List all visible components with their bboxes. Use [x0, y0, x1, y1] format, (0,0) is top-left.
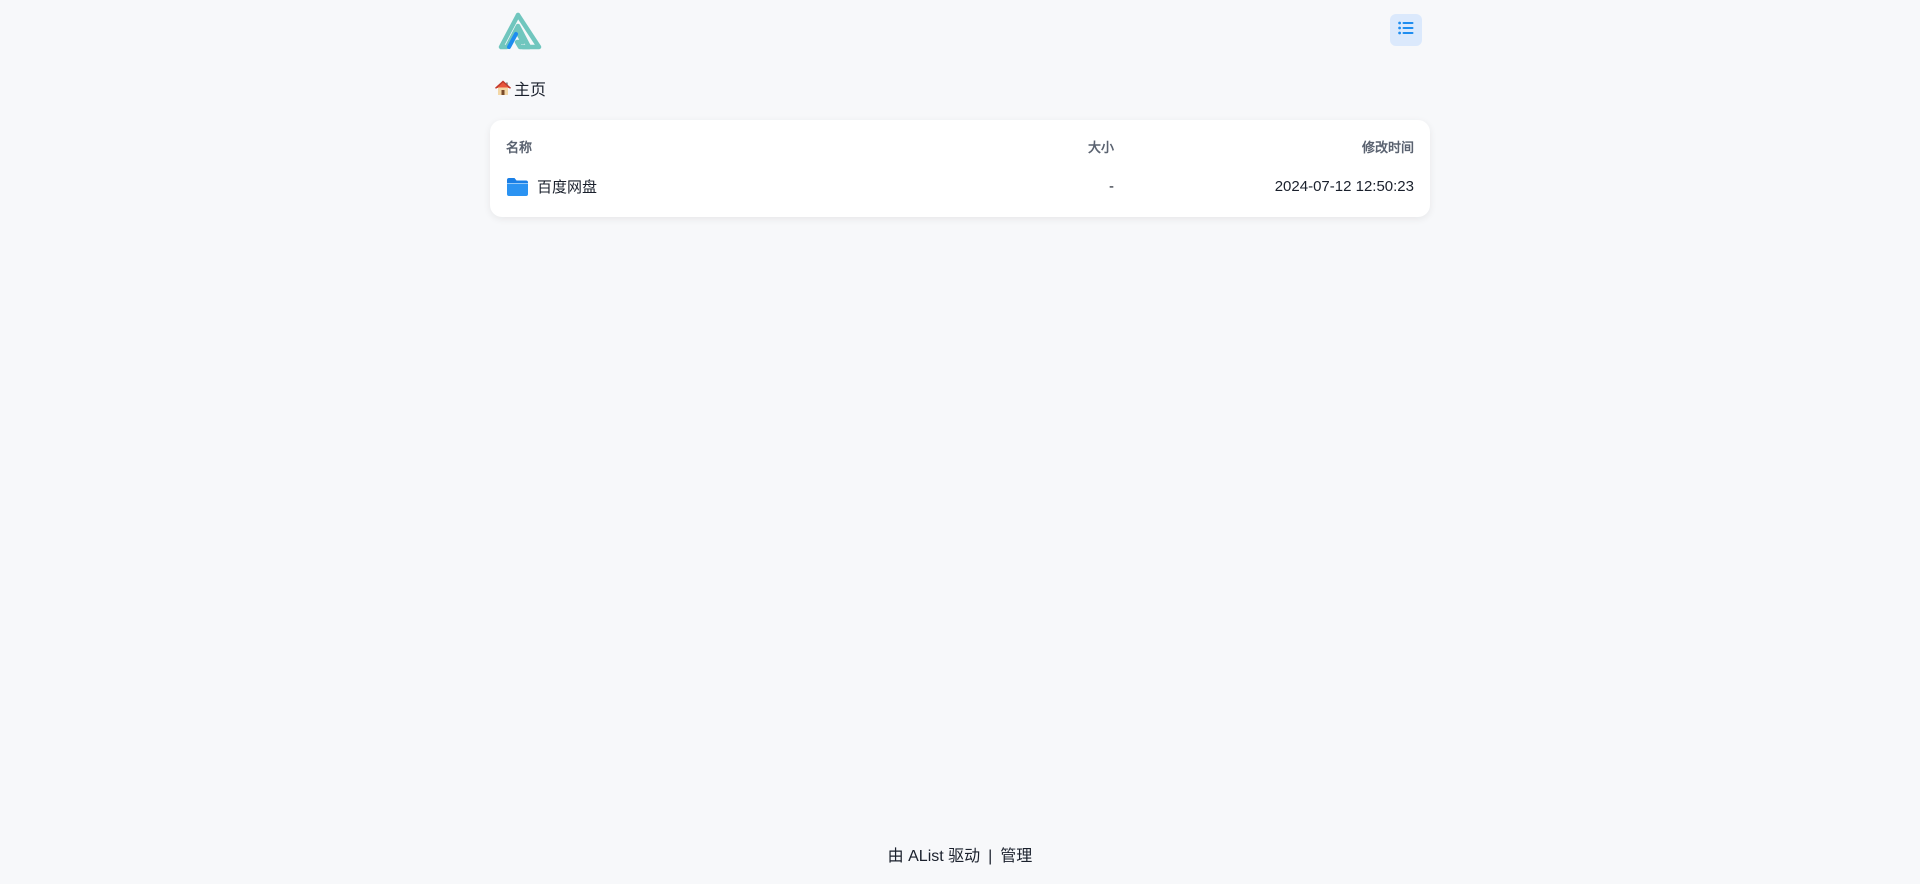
header: [490, 10, 1430, 52]
file-name-cell: 百度网盘: [506, 176, 926, 197]
folder-icon: [506, 177, 529, 197]
column-header-name[interactable]: 名称: [506, 137, 926, 156]
file-modified: 2024-07-12 12:50:23: [1274, 178, 1414, 195]
manage-link[interactable]: 管理: [1000, 848, 1032, 865]
layout-toggle-button[interactable]: [1390, 14, 1422, 46]
alist-powered-by-link[interactable]: 由 AList 驱动: [888, 848, 980, 865]
alist-logo-icon[interactable]: [498, 12, 542, 50]
house-emoji-icon: [494, 79, 512, 97]
column-header-modified[interactable]: 修改时间: [1114, 137, 1414, 156]
footer: 由 AList 驱动 | 管理: [0, 842, 1920, 866]
file-name: 百度网盘: [537, 179, 598, 196]
file-list: 名称 大小 修改时间 百度网盘 - 2024-07-12 12:50:23: [490, 120, 1430, 217]
footer-separator: |: [988, 848, 993, 865]
column-header-size[interactable]: 大小: [926, 137, 1114, 156]
file-list-row[interactable]: 百度网盘 - 2024-07-12 12:50:23: [506, 176, 1414, 197]
page: 主页 名称 大小 修改时间 百度网盘 - 2024-07-12 12:50:23…: [0, 0, 1920, 884]
list-view-icon: [1398, 21, 1414, 40]
breadcrumb-home[interactable]: 主页: [494, 76, 546, 100]
file-size: -: [1109, 178, 1114, 195]
breadcrumb-home-label: 主页: [514, 82, 547, 99]
file-list-header: 名称 大小 修改时间: [506, 136, 1414, 156]
